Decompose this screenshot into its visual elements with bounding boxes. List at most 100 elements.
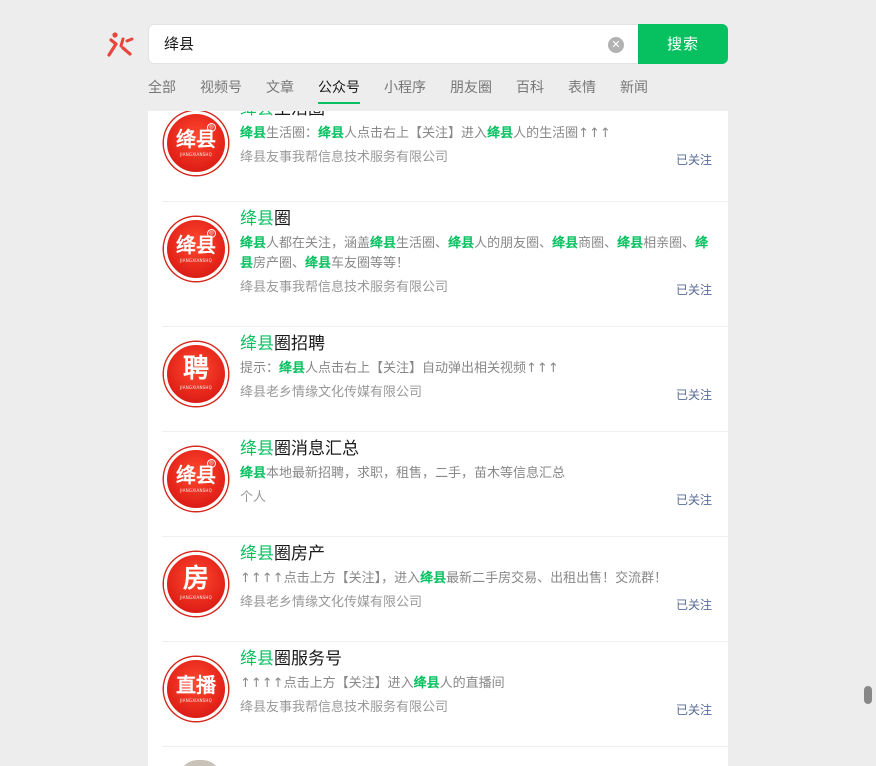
- result-item[interactable]: 房 JIANGXIANSHQ 绛县圈房产 ↑↑↑↑点击上方【关注】，进入绛县最新二手房…: [162, 537, 728, 642]
- title-rest: 圈: [274, 209, 291, 229]
- avatar-subtext: JIANGXIANSHQ: [180, 258, 212, 263]
- description-text: 人点击右上【关注】自动弹出相关视频↑↑↑: [305, 361, 559, 376]
- description-text: 生活圈、: [396, 236, 449, 251]
- followed-status[interactable]: 已关注: [676, 596, 712, 614]
- account-title[interactable]: 绛县圈房产: [240, 542, 325, 566]
- sogou-logo-icon[interactable]: [106, 30, 134, 58]
- avatar-subtext: JIANGXIANSHQ: [180, 488, 212, 493]
- description-text: 人的直播间: [439, 676, 505, 691]
- scrollbar-thumb[interactable]: [864, 686, 872, 704]
- account-title[interactable]: 绛县圈消息汇总: [240, 437, 359, 461]
- account-description: 绛县本地最新招聘，求职，租售，二手，苗木等信息汇总: [240, 464, 720, 484]
- result-item[interactable]: 绛县JIANGXIANSHQ®绛县生活圈绛县生活圈：绛县人点击右上【关注】进入绛…: [162, 111, 728, 202]
- tab-official-accounts[interactable]: 公众号: [318, 78, 360, 104]
- result-item[interactable]: 聘 JIANGXIANSHQ 绛县圈招聘 提示：绛县人点击右上【关注】自动弹出相关视频…: [162, 327, 728, 432]
- account-avatar[interactable]: 绛县 JIANGXIANSHQ ®: [164, 217, 228, 281]
- account-owner: 绛县老乡情缘文化传媒有限公司: [240, 595, 423, 610]
- keyword-highlight: 绛县: [413, 676, 440, 691]
- description-text: 车友圈等等！: [331, 256, 410, 271]
- description-text: 提示：: [240, 361, 280, 376]
- next-result-avatar[interactable]: [178, 760, 222, 766]
- avatar-subtext: JIANGXIANSHQ: [180, 698, 212, 703]
- title-rest: 圈消息汇总: [274, 439, 359, 459]
- account-description: ↑↑↑↑点击上方【关注】，进入绛县最新二手房交易、出租出售！交流群！: [240, 569, 720, 589]
- account-title[interactable]: 绛县圈: [240, 207, 291, 231]
- keyword-highlight: 绛县: [370, 236, 397, 251]
- avatar-text: 房: [182, 564, 209, 594]
- account-title[interactable]: 绛县圈服务号: [240, 647, 342, 671]
- description-text: ↑↑↑↑点击上方【关注】，进入: [240, 571, 421, 586]
- tab-channels[interactable]: 视频号: [200, 78, 242, 104]
- title-rest: 生活圈: [274, 111, 325, 119]
- tab-stickers[interactable]: 表情: [568, 78, 596, 104]
- result-item[interactable]: 绛县 JIANGXIANSHQ ® 绛县圈 绛县人都在关注，涵盖绛县生活圈、绛县人的朋友…: [162, 202, 728, 327]
- keyword-highlight: 绛县: [617, 236, 644, 251]
- search-button[interactable]: 搜索: [638, 24, 728, 64]
- account-owner: 绛县友事我帮信息技术服务有限公司: [240, 280, 449, 295]
- description-text: 人都在关注，涵盖: [266, 236, 371, 251]
- account-title[interactable]: 绛县生活圈: [240, 111, 325, 121]
- account-description: 绛县人都在关注，涵盖绛县生活圈、绛县人的朋友圈、绛县商圈、绛县相亲圈、绛县房产圈…: [240, 234, 720, 274]
- description-text: 相亲圈、: [643, 236, 696, 251]
- account-owner: 个人: [240, 490, 267, 505]
- search-input[interactable]: 绛县: [164, 25, 194, 63]
- registered-mark-icon: ®: [207, 123, 216, 132]
- followed-status[interactable]: 已关注: [676, 491, 712, 509]
- avatar-text: 绛县: [176, 233, 216, 257]
- description-text: ↑↑↑↑点击上方【关注】进入: [240, 676, 414, 691]
- result-item[interactable]: 直播 JIANGXIANSHQ 绛县圈服务号 ↑↑↑↑点击上方【关注】进入绛县人的直播…: [162, 642, 728, 747]
- keyword-highlight: 绛县: [420, 571, 447, 586]
- title-rest: 圈招聘: [274, 334, 325, 354]
- description-text: 本地最新招聘，求职，租售，二手，苗木等信息汇总: [266, 466, 566, 481]
- tab-news[interactable]: 新闻: [620, 78, 648, 104]
- keyword-highlight: 绛县: [240, 466, 267, 481]
- account-avatar[interactable]: 绛县 JIANGXIANSHQ ®: [164, 111, 228, 175]
- account-description: 绛县生活圈：绛县人点击右上【关注】进入绛县人的生活圈↑↑↑: [240, 124, 720, 144]
- account-owner: 绛县友事我帮信息技术服务有限公司: [240, 700, 449, 715]
- keyword-highlight: 绛县: [487, 126, 514, 141]
- title-highlight: 绛县: [240, 544, 274, 564]
- followed-status[interactable]: 已关注: [676, 151, 712, 169]
- account-avatar[interactable]: 聘 JIANGXIANSHQ: [164, 342, 228, 406]
- keyword-highlight: 绛县: [305, 256, 332, 271]
- title-highlight: 绛县: [240, 209, 274, 229]
- title-highlight: 绛县: [240, 334, 274, 354]
- account-avatar[interactable]: 房 JIANGXIANSHQ: [164, 552, 228, 616]
- tab-encyclopedia[interactable]: 百科: [516, 78, 544, 104]
- account-title[interactable]: 绛县圈招聘: [240, 332, 325, 356]
- avatar-text: 聘: [182, 354, 209, 384]
- description-text: 人点击右上【关注】进入: [344, 126, 488, 141]
- search-box[interactable]: 绛县 ✕: [148, 24, 638, 64]
- tab-mini-programs[interactable]: 小程序: [384, 78, 426, 104]
- account-avatar[interactable]: 绛县 JIANGXIANSHQ ®: [164, 447, 228, 511]
- account-description: ↑↑↑↑点击上方【关注】进入绛县人的直播间: [240, 674, 720, 694]
- clear-icon[interactable]: ✕: [608, 37, 624, 53]
- description-text: 商圈、: [578, 236, 618, 251]
- avatar-subtext: JIANGXIANSHQ: [180, 595, 212, 600]
- followed-status[interactable]: 已关注: [676, 281, 712, 299]
- result-item[interactable]: 绛县 JIANGXIANSHQ ® 绛县圈消息汇总绛县本地最新招聘，求职，租售，二手，…: [162, 432, 728, 537]
- title-rest: 圈房产: [274, 544, 325, 564]
- tab-all[interactable]: 全部: [148, 78, 176, 104]
- account-avatar[interactable]: 直播 JIANGXIANSHQ: [164, 657, 228, 721]
- tab-articles[interactable]: 文章: [266, 78, 294, 104]
- followed-status[interactable]: 已关注: [676, 701, 712, 719]
- account-owner: 绛县老乡情缘文化传媒有限公司: [240, 385, 423, 400]
- keyword-highlight: 绛县: [279, 361, 306, 376]
- title-rest: 圈服务号: [274, 649, 342, 669]
- avatar-text: 绛县: [176, 127, 216, 151]
- registered-mark-icon: ®: [207, 459, 216, 468]
- followed-status[interactable]: 已关注: [676, 386, 712, 404]
- description-text: 最新二手房交易、出租出售！交流群！: [446, 571, 668, 586]
- title-highlight: 绛县: [240, 111, 274, 119]
- keyword-highlight: 绛县: [318, 126, 345, 141]
- tab-moments[interactable]: 朋友圈: [450, 78, 492, 104]
- description-text: 人的朋友圈、: [474, 236, 553, 251]
- account-owner: 绛县友事我帮信息技术服务有限公司: [240, 150, 449, 165]
- category-tabs: 全部 视频号 文章 公众号 小程序 朋友圈 百科 表情 新闻: [148, 78, 672, 104]
- avatar-subtext: JIANGXIANSHQ: [180, 385, 212, 390]
- results-list: 绛县JIANGXIANSHQ®绛县生活圈绛县生活圈：绛县人点击右上【关注】进入绛…: [148, 111, 728, 766]
- description-text: 生活圈：: [266, 126, 319, 141]
- description-text: 房产圈、: [253, 256, 306, 271]
- registered-mark-icon: ®: [207, 229, 216, 238]
